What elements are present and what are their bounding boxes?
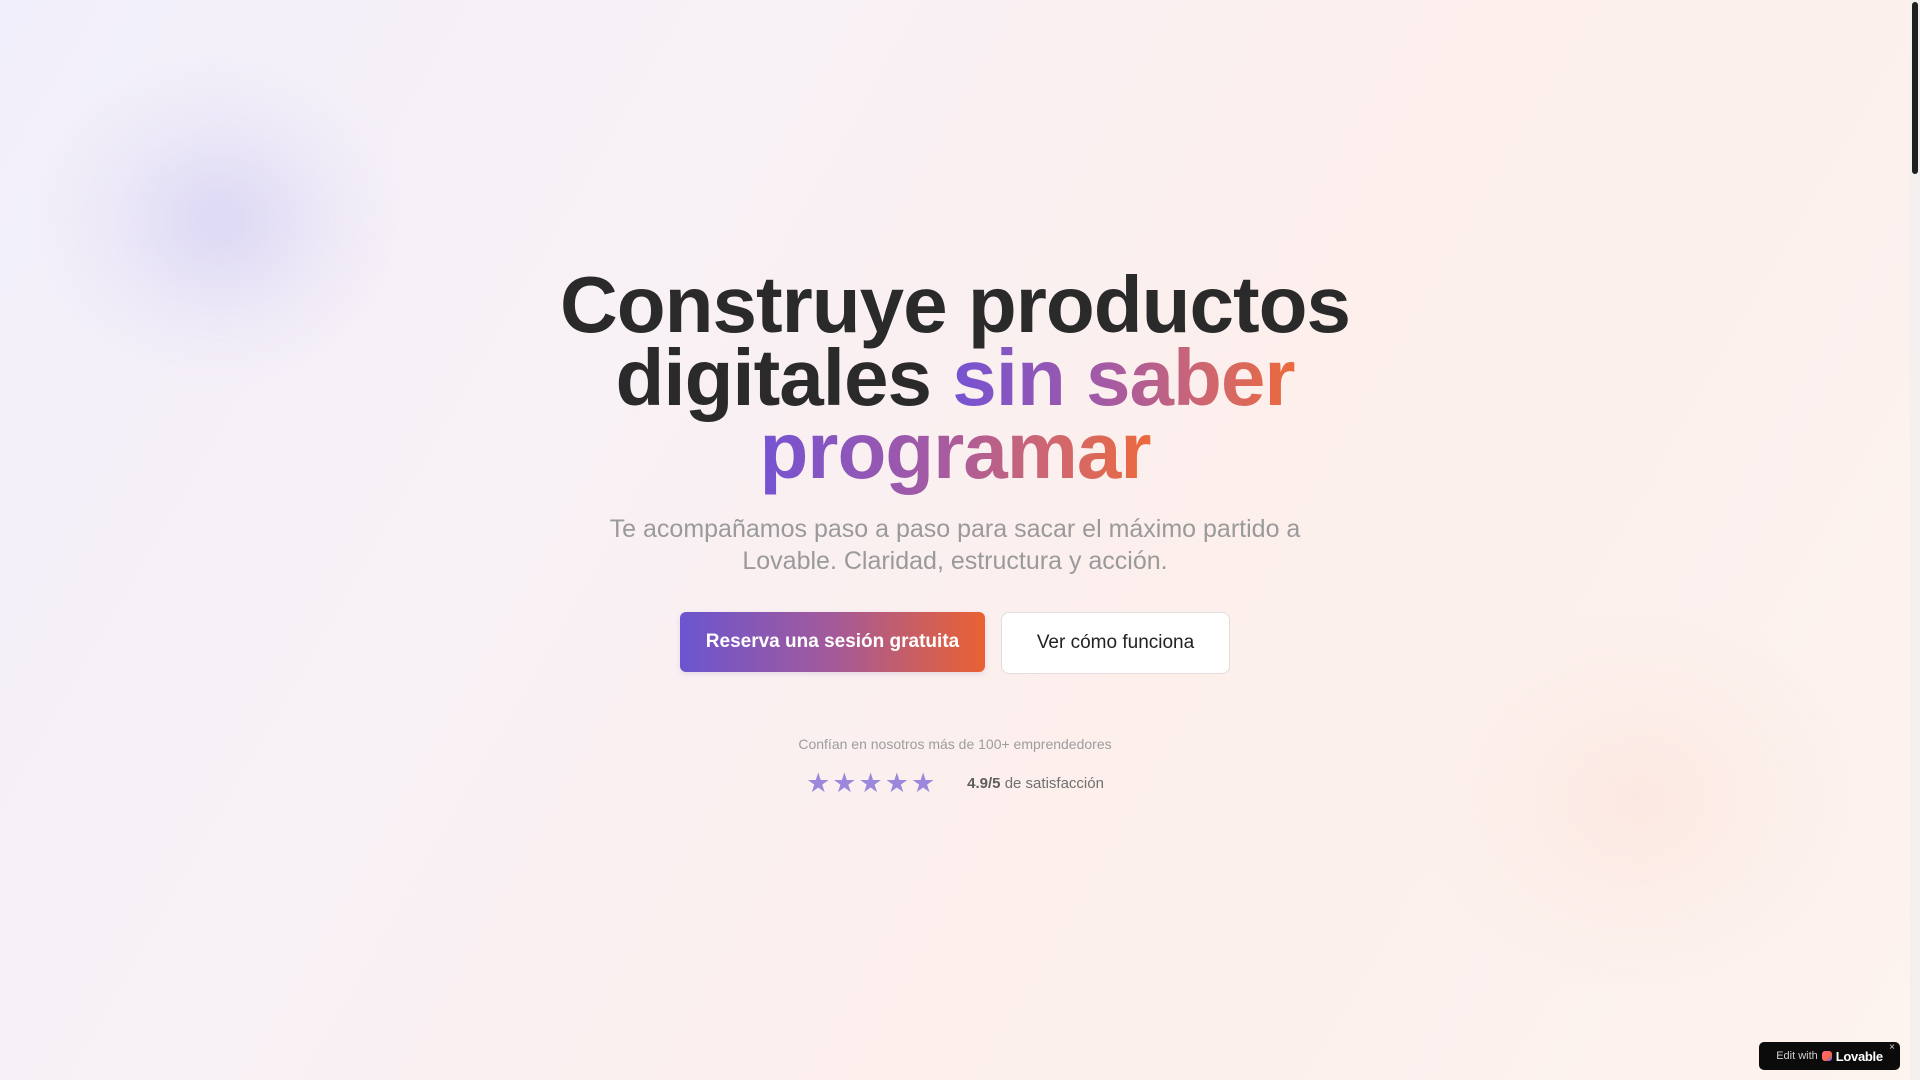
hero-title: Construye productos digitales sin saber … bbox=[455, 265, 1455, 491]
hero-title-highlight-line3: programar bbox=[759, 406, 1151, 495]
star-icon: ★ bbox=[910, 768, 936, 798]
rating-score: 4.9/5 bbox=[967, 775, 1001, 792]
star-icon: ★ bbox=[806, 768, 831, 798]
rating-row: ★ ★ ★ ★ ★ 4.9/5 de satisfacción bbox=[455, 770, 1455, 797]
cta-row: Reserva una sesión gratuita Ver cómo fun… bbox=[455, 612, 1455, 674]
star-icon: ★ bbox=[858, 768, 883, 798]
edit-with-lovable-badge[interactable]: Edit with Lovable × bbox=[1759, 1042, 1900, 1070]
badge-edit-label: Edit with bbox=[1776, 1050, 1818, 1062]
star-icon: ★ bbox=[884, 768, 909, 798]
scrollbar-thumb[interactable] bbox=[1912, 2, 1918, 174]
rating-text: 4.9/5 de satisfacción bbox=[967, 775, 1104, 792]
lovable-logo-icon bbox=[1821, 1051, 1832, 1061]
hero-subtitle: Te acompañamos paso a paso para sacar el… bbox=[609, 515, 1301, 575]
trust-text: Confían en nosotros más de 100+ emprende… bbox=[798, 736, 1112, 752]
rating-stars: ★ ★ ★ ★ ★ bbox=[806, 770, 935, 797]
book-session-button[interactable]: Reserva una sesión gratuita bbox=[680, 612, 985, 672]
decorative-blob-right bbox=[1430, 620, 1850, 980]
hero-section: Construye productos digitales sin saber … bbox=[455, 265, 1455, 797]
star-icon: ★ bbox=[832, 768, 857, 798]
decorative-blob-left bbox=[40, 60, 400, 380]
how-it-works-button[interactable]: Ver cómo funciona bbox=[1001, 612, 1230, 674]
page-background: Construye productos digitales sin saber … bbox=[0, 0, 1910, 1080]
close-icon[interactable]: × bbox=[1889, 1043, 1895, 1053]
rating-suffix: de satisfacción bbox=[1004, 775, 1104, 792]
badge-brand: Lovable bbox=[1835, 1048, 1883, 1064]
